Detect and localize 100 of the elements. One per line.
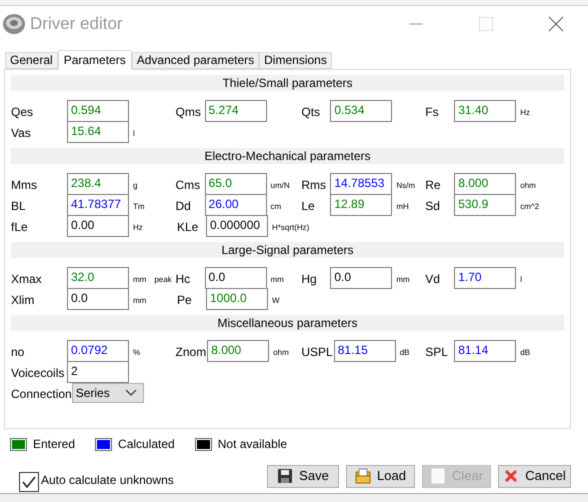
checkbox-label: Auto calculate unknowns <box>41 472 174 489</box>
input-field[interactable]: 2 <box>67 360 129 382</box>
input-field[interactable]: 238.4 <box>67 172 129 194</box>
input-field[interactable]: 31.40 <box>454 100 516 122</box>
input-field[interactable]: 81.15 <box>334 340 396 362</box>
unit-label: l <box>133 128 135 140</box>
unit-label: Hz <box>520 106 530 118</box>
input-field[interactable]: 8.000 <box>207 340 270 362</box>
input-field[interactable]: 0.534 <box>330 100 392 122</box>
unit-label: dB <box>520 346 530 358</box>
field-label: BL <box>11 198 27 215</box>
unit-label: mm <box>270 274 284 286</box>
unit-label: W <box>272 294 280 306</box>
field-label: Pe <box>177 292 193 309</box>
field-label: KLe <box>177 219 200 236</box>
input-field[interactable]: 1000.0 <box>206 288 268 310</box>
tab[interactable]: General <box>5 52 58 69</box>
speaker-icon <box>2 13 26 35</box>
input-field[interactable]: 1.70 <box>454 266 516 288</box>
input-field[interactable]: 0.0792 <box>67 340 129 362</box>
checkbox[interactable] <box>19 472 39 492</box>
dialog-button[interactable]: Cancel <box>498 464 571 488</box>
field-label: Qes <box>11 104 34 121</box>
field-label: no <box>11 344 26 361</box>
unit-label: l <box>520 274 522 286</box>
unit-label: g <box>133 180 138 192</box>
field-label: Qts <box>301 104 322 121</box>
field-label: Re <box>425 177 442 194</box>
input-field[interactable]: 15.64 <box>67 120 129 142</box>
unit-label: mm <box>133 274 146 286</box>
dialog-button[interactable]: Save <box>267 464 339 488</box>
field-label: Vd <box>425 271 441 288</box>
input-field[interactable]: 0.00 <box>67 214 129 236</box>
field-label: SPL <box>425 344 449 361</box>
input-field[interactable]: 5.274 <box>204 100 267 122</box>
unit-label: ohm <box>520 180 536 192</box>
tab[interactable]: Parameters <box>58 50 132 70</box>
unit-label: Ns/m <box>396 180 416 192</box>
input-field[interactable]: 8.000 <box>454 172 516 194</box>
legend-label: Not available <box>218 436 288 453</box>
input-field[interactable]: 0.0 <box>330 266 392 288</box>
field-label: Qms <box>176 104 202 121</box>
field-label: Connection <box>11 386 72 403</box>
section-header: Large-Signal parameters <box>11 242 564 258</box>
window-title: Driver editor <box>30 13 123 36</box>
blank-page-icon <box>430 467 446 485</box>
input-field[interactable]: 41.78377 <box>67 194 129 216</box>
legend-label: Calculated <box>118 436 175 453</box>
section-header: Electro-Mechanical parameters <box>11 148 564 164</box>
input-field[interactable]: 0.000000 <box>206 214 268 236</box>
input-field[interactable]: 0.594 <box>67 100 129 122</box>
field-label: USPL <box>301 344 334 361</box>
field-label: Vas <box>11 125 32 142</box>
input-field[interactable]: 26.00 <box>204 194 267 216</box>
unit-label: cm^2 <box>520 200 540 212</box>
tab[interactable]: Dimensions <box>259 52 332 69</box>
folder-icon <box>355 468 372 484</box>
field-label: Xlim <box>11 292 36 309</box>
field-label: Dd <box>176 198 192 215</box>
input-field[interactable]: 0.0 <box>204 266 267 288</box>
cross-icon <box>503 468 520 484</box>
field-label: Hc <box>176 271 192 288</box>
field-label: Rms <box>301 177 328 194</box>
unit-label: mm <box>133 294 146 306</box>
field-label: Hg <box>301 271 318 288</box>
field-label: Voicecoils <box>11 365 66 382</box>
field-label: Sd <box>425 198 441 215</box>
unit-label: dB <box>400 346 410 358</box>
unit-label: % <box>133 346 140 358</box>
input-field[interactable]: 14.78553 <box>330 172 392 194</box>
unit-label: um/N <box>270 180 290 192</box>
unit-note: peak <box>154 274 172 286</box>
legend-label: Entered <box>33 436 76 453</box>
section-header: Miscellaneous parameters <box>11 315 564 331</box>
unit-label: H*sqrt(Hz) <box>272 222 310 234</box>
unit-label: cm <box>270 200 282 212</box>
field-label: Cms <box>176 177 202 194</box>
input-field[interactable]: 530.9 <box>454 194 516 216</box>
chevron-down-icon <box>124 388 137 396</box>
tab[interactable]: Advanced parameters <box>132 52 260 69</box>
input-field[interactable]: 32.0 <box>67 266 129 288</box>
field-label: Fs <box>425 104 440 121</box>
field-label: Le <box>301 198 316 215</box>
dropdown[interactable]: Series <box>72 382 144 402</box>
unit-label: ohm <box>273 346 289 358</box>
field-label: Xmax <box>11 271 43 288</box>
unit-label: mH <box>396 200 409 212</box>
unit-label: Hz <box>133 222 143 234</box>
close-icon[interactable] <box>548 16 564 32</box>
section-header: Thiele/Small parameters <box>11 75 564 91</box>
input-field[interactable]: 65.0 <box>204 172 267 194</box>
field-label: fLe <box>11 219 29 236</box>
input-field[interactable]: 0.0 <box>67 288 129 310</box>
input-field[interactable]: 12.89 <box>330 194 392 216</box>
dialog-button[interactable]: Load <box>346 464 415 488</box>
field-label: Mms <box>11 177 38 194</box>
unit-label: Tm <box>133 200 145 212</box>
field-label: Znom <box>176 344 208 361</box>
input-field[interactable]: 81.14 <box>454 340 516 362</box>
unit-label: mm <box>396 274 410 286</box>
